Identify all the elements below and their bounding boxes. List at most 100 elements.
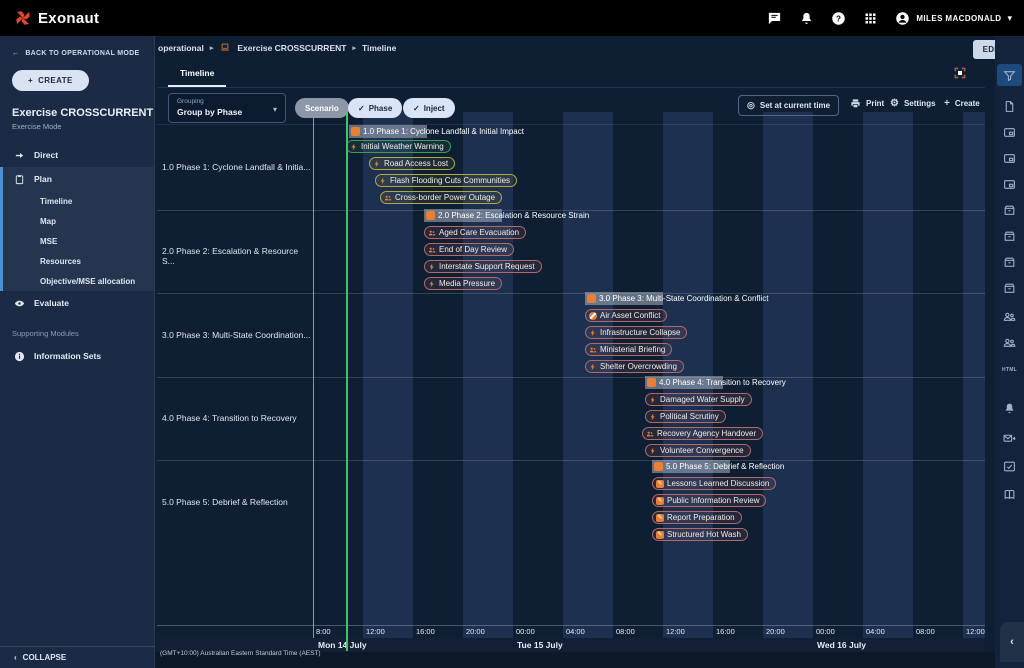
row-separator: [157, 293, 985, 294]
axis-tick-label: 16:00: [716, 627, 735, 636]
user-menu[interactable]: MILES MACDONALD ▾: [895, 11, 1012, 26]
phase-bar[interactable]: 3.0 Phase 3: Multi-State Coordination & …: [585, 292, 768, 305]
axis-separator: [157, 625, 985, 626]
fullscreen-icon[interactable]: [953, 66, 967, 85]
breadcrumb-operational[interactable]: operational: [158, 43, 204, 53]
filter-icon[interactable]: [997, 64, 1022, 86]
phase-bar[interactable]: 4.0 Phase 4: Transition to Recovery: [645, 376, 786, 389]
info-icon: [14, 351, 25, 362]
printer-icon: [850, 98, 861, 109]
inject-pill[interactable]: Interstate Support Request: [424, 260, 542, 273]
people-icon: [589, 346, 597, 354]
mail-forward-icon[interactable]: [995, 428, 1024, 448]
phase-bar[interactable]: 2.0 Phase 2: Escalation & Resource Strai…: [424, 209, 589, 222]
plan-group: Plan Timeline Map MSE Resources Objectiv…: [0, 167, 154, 291]
apps-grid-icon[interactable]: [863, 11, 878, 26]
ballot-icon[interactable]: [995, 456, 1024, 476]
set-at-current-time-button[interactable]: ◎ Set at current time: [738, 95, 839, 116]
gear-icon: ⚙: [890, 98, 899, 109]
card-icon[interactable]: [995, 122, 1024, 142]
breadcrumb-exercise[interactable]: Exercise CROSSCURRENT: [237, 43, 346, 53]
bell-icon[interactable]: [995, 398, 1024, 418]
inject-pill[interactable]: Road Access Lost: [369, 157, 455, 170]
chip-inject[interactable]: ✓ Inject: [403, 98, 455, 118]
group-icon[interactable]: [995, 332, 1024, 352]
sidebar-item-map[interactable]: Map: [3, 211, 154, 231]
inject-pill[interactable]: Volunteer Convergence: [645, 444, 751, 457]
group-icon[interactable]: [995, 306, 1024, 326]
inject-pill[interactable]: ✎ Structured Hot Wash: [652, 528, 748, 541]
settings-button[interactable]: ⚙ Settings: [890, 98, 936, 109]
inject-pill[interactable]: Aged Care Evacuation: [424, 226, 526, 239]
chip-scenario[interactable]: Scenario: [295, 98, 349, 118]
help-icon[interactable]: [831, 11, 846, 26]
card-icon[interactable]: [995, 148, 1024, 168]
archive-icon[interactable]: [995, 200, 1024, 220]
breadcrumb: operational ▸ Exercise CROSSCURRENT ▸ Ti…: [158, 42, 396, 54]
eye-icon: [14, 298, 25, 309]
chip-phase[interactable]: ✓ Phase: [348, 98, 402, 118]
notifications-bell-icon[interactable]: [799, 11, 814, 26]
people-icon: [646, 430, 654, 438]
inject-pill[interactable]: Cross-border Power Outage: [380, 191, 502, 204]
sidebar-item-direct[interactable]: Direct: [0, 143, 154, 167]
inject-pill[interactable]: ✎ Lessons Learned Discussion: [652, 477, 776, 490]
inject-pill[interactable]: Shelter Overcrowding: [585, 360, 684, 373]
inject-pill[interactable]: Damaged Water Supply: [645, 393, 752, 406]
right-rail-collapse-button[interactable]: ‹: [1000, 622, 1024, 662]
inject-pill[interactable]: Initial Weather Warning: [346, 140, 451, 153]
account-icon: [895, 11, 910, 26]
sidebar-item-resources[interactable]: Resources: [3, 251, 154, 271]
inject-pill[interactable]: Infrastructure Collapse: [585, 326, 687, 339]
bolt-icon: [649, 447, 657, 455]
bolt-icon: [649, 396, 657, 404]
phase-title: 3.0 Phase 3: Multi-State Coordination & …: [599, 294, 768, 303]
book-icon[interactable]: [995, 484, 1024, 504]
axis-day-label: Wed 16 July: [817, 640, 866, 650]
bolt-icon: [379, 177, 387, 185]
print-button[interactable]: Print: [850, 98, 884, 109]
feedback-message-icon[interactable]: [767, 11, 782, 26]
breadcrumb-timeline[interactable]: Timeline: [362, 43, 396, 53]
inject-pill[interactable]: End of Day Review: [424, 243, 514, 256]
left-sidebar: ← BACK TO OPERATIONAL MODE + CREATE Exer…: [0, 36, 155, 668]
inject-pill[interactable]: Ministerial Briefing: [585, 343, 672, 356]
phase-bar[interactable]: 5.0 Phase 5: Debrief & Reflection: [652, 460, 784, 473]
inject-pill[interactable]: ✎ Report Preparation: [652, 511, 742, 524]
back-to-operational-mode[interactable]: ← BACK TO OPERATIONAL MODE: [12, 50, 154, 57]
sidebar-collapse-button[interactable]: ‹ COLLAPSE: [0, 646, 155, 668]
axis-tick-label: 04:00: [866, 627, 885, 636]
card-icon[interactable]: [995, 174, 1024, 194]
grouping-select[interactable]: Grouping Group by Phase ▾: [168, 93, 286, 123]
row-separator: [157, 124, 985, 125]
axis-tick-label: 08:00: [916, 627, 935, 636]
inject-pill[interactable]: Political Scrutiny: [645, 410, 726, 423]
sidebar-item-objective-mse-allocation[interactable]: Objective/MSE allocation: [3, 271, 154, 291]
axis-day-label: Mon 14 July: [318, 640, 367, 650]
exercise-mode-label: Exercise Mode: [12, 122, 154, 131]
inject-pill[interactable]: Flash Flooding Cuts Communities: [375, 174, 517, 187]
create-timeline-item-button[interactable]: + Create: [944, 98, 980, 109]
bolt-icon: [589, 329, 597, 337]
inject-pill[interactable]: Air Asset Conflict: [585, 309, 667, 322]
phase-bar[interactable]: 1.0 Phase 1: Cyclone Landfall & Initial …: [349, 125, 524, 138]
inject-pill[interactable]: Media Pressure: [424, 277, 502, 290]
bolt-icon: [649, 413, 657, 421]
axis-tick-label: 20:00: [466, 627, 485, 636]
sidebar-item-timeline[interactable]: Timeline: [3, 191, 154, 211]
inject-pill[interactable]: ✎ Public Information Review: [652, 494, 766, 507]
archive-icon[interactable]: [995, 252, 1024, 272]
sidebar-item-plan[interactable]: Plan: [3, 167, 154, 191]
sidebar-item-evaluate[interactable]: Evaluate: [0, 291, 154, 315]
archive-icon[interactable]: [995, 226, 1024, 246]
create-button[interactable]: + CREATE: [12, 70, 89, 91]
tab-timeline[interactable]: Timeline: [168, 68, 226, 78]
sidebar-item-mse[interactable]: MSE: [3, 231, 154, 251]
html-icon[interactable]: HTML: [995, 360, 1024, 380]
supporting-modules-label: Supporting Modules: [12, 329, 154, 338]
document-icon[interactable]: [995, 96, 1024, 116]
inject-pill[interactable]: Recovery Agency Handover: [642, 427, 763, 440]
sidebar-item-information-sets[interactable]: Information Sets: [0, 344, 154, 368]
brand-logo[interactable]: Exonaut: [14, 9, 99, 27]
archive-icon[interactable]: [995, 278, 1024, 298]
